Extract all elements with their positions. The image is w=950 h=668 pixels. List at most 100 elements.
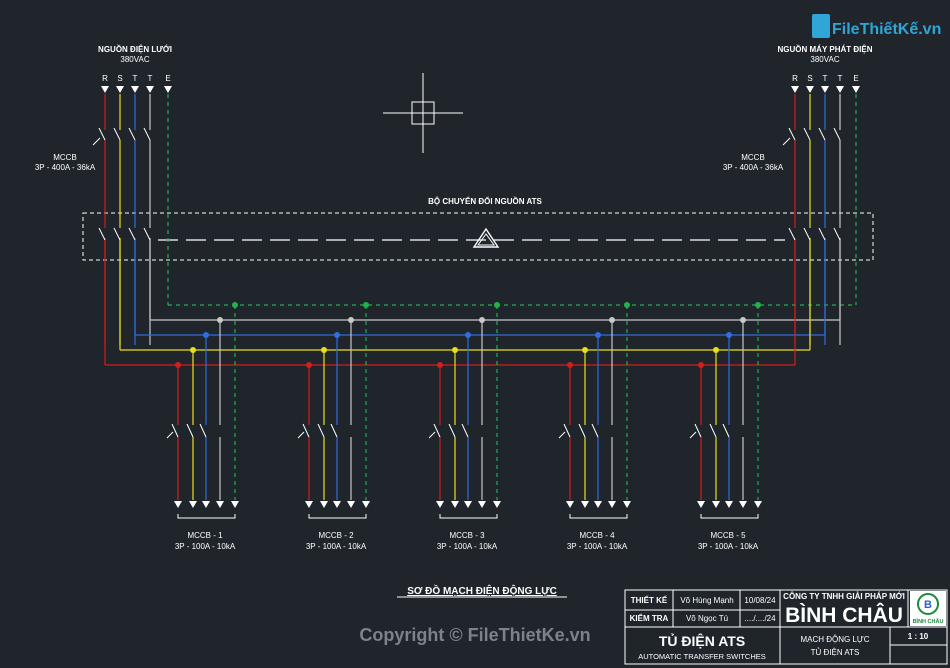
- phase-label-e: E: [165, 74, 170, 83]
- mccb-2-name: MCCB - 2: [318, 531, 354, 540]
- outgoing-arrow: [697, 501, 705, 508]
- phase-label-t2: T: [148, 74, 153, 83]
- right-ats-contact-blade: [788, 227, 796, 241]
- outgoing-arrow: [362, 501, 370, 508]
- company-name: BÌNH CHÂU: [785, 603, 903, 627]
- outgoing-blade: [448, 423, 456, 438]
- phase-label-s: S: [807, 74, 812, 83]
- outgoing-arrow: [566, 501, 574, 508]
- outgoing-blade: [302, 423, 310, 438]
- mccb-5-name: MCCB - 5: [710, 531, 746, 540]
- phase-label-t: T: [823, 74, 828, 83]
- outgoing-blade: [722, 423, 730, 438]
- incoming-arrow: [852, 86, 860, 93]
- mccb-1-spec: 3P - 100A - 10kA: [175, 542, 236, 551]
- outgoing-arrow: [231, 501, 239, 508]
- left-source-voltage: 380VAC: [120, 55, 149, 64]
- left-breaker-name: MCCB: [53, 153, 77, 162]
- outgoing-arrow: [320, 501, 328, 508]
- right-mccb-blade: [818, 127, 826, 141]
- company-logo: B BÌNH CHÂU: [910, 591, 946, 626]
- breaker-trip-icon: [166, 431, 174, 439]
- incoming-arrow: [101, 86, 109, 93]
- outgoing-arrow: [725, 501, 733, 508]
- left-ats-contact-blade: [113, 227, 121, 241]
- mccb-1-name: MCCB - 1: [187, 531, 223, 540]
- incoming-arrow: [164, 86, 172, 93]
- mccb-3-name: MCCB - 3: [449, 531, 485, 540]
- outgoing-blade: [433, 423, 441, 438]
- mccb-2-spec: 3P - 100A - 10kA: [306, 542, 367, 551]
- ats-label: BỘ CHUYỂN ĐỔI NGUỒN ATS: [428, 196, 542, 206]
- drawing-line-2: TỦ ĐIỆN ATS: [811, 648, 860, 657]
- outgoing-blade: [186, 423, 194, 438]
- outgoing-arrow: [347, 501, 355, 508]
- outgoing-arrow: [464, 501, 472, 508]
- checker-name: Võ Ngọc Tú: [686, 614, 728, 623]
- outgoing-arrow: [754, 501, 762, 508]
- outgoing-bracket: [700, 514, 759, 519]
- outgoing-bracket: [569, 514, 628, 519]
- left-ats-contact-blade: [98, 227, 106, 241]
- crosshair-symbol: [383, 73, 463, 153]
- breaker-trip-icon: [92, 137, 101, 146]
- breaker-trip-icon: [558, 431, 566, 439]
- outgoing-blade: [591, 423, 599, 438]
- outgoing-bracket: [177, 514, 236, 519]
- right-mccb-blade: [803, 127, 811, 141]
- outgoing-bracket: [439, 514, 498, 519]
- watermark-logo: FileThiếtKế.vn: [812, 14, 941, 38]
- copyright-watermark: Copyright © FileThietKe.vn: [359, 625, 590, 645]
- mccb-4-spec: 3P - 100A - 10kA: [567, 542, 628, 551]
- mccb-5-spec: 3P - 100A - 10kA: [698, 542, 759, 551]
- drawing-line-1: MẠCH ĐỘNG LỰC: [800, 635, 869, 644]
- left-breaker-spec: 3P - 400A - 36kA: [35, 163, 96, 172]
- right-ats-contact-blade: [818, 227, 826, 241]
- ats-triangle-icon: [472, 227, 500, 248]
- wiring: [92, 86, 860, 519]
- left-mccb-blade: [143, 127, 151, 141]
- left-source-title: NGUỒN ĐIỆN LƯỚI: [98, 44, 172, 54]
- outgoing-blade: [694, 423, 702, 438]
- outgoing-arrow: [189, 501, 197, 508]
- breaker-trip-icon: [428, 431, 436, 439]
- designer-name: Võ Hùng Mạnh: [680, 596, 733, 605]
- incoming-arrow: [131, 86, 139, 93]
- left-ats-contact-blade: [128, 227, 136, 241]
- watermark-logo-text: FileThiếtKế.vn: [832, 21, 941, 38]
- left-ats-contact-blade: [143, 227, 151, 241]
- right-phase-labels: R S T T E: [792, 74, 859, 83]
- right-ats-contact-blade: [833, 227, 841, 241]
- outgoing-blade: [578, 423, 586, 438]
- incoming-arrow: [821, 86, 829, 93]
- outgoing-blade: [330, 423, 338, 438]
- company-line: CÔNG TY TNHH GIẢI PHÁP MỚI: [783, 592, 905, 601]
- incoming-arrow: [806, 86, 814, 93]
- outgoing-arrow: [581, 501, 589, 508]
- outgoing-blade: [171, 423, 179, 438]
- checker-label: KIỂM TRA: [630, 614, 669, 623]
- incoming-arrow: [116, 86, 124, 93]
- outgoing-blade: [709, 423, 717, 438]
- outgoing-arrow: [202, 501, 210, 508]
- outgoing-arrow: [739, 501, 747, 508]
- left-mccb-blade: [113, 127, 121, 141]
- checker-date: ..../..../24: [744, 614, 776, 623]
- phase-label-r: R: [792, 74, 798, 83]
- right-mccb-blade: [833, 127, 841, 141]
- project-subtitle: AUTOMATIC TRANSFER SWITCHES: [638, 652, 766, 661]
- outgoing-arrow: [436, 501, 444, 508]
- breaker-trip-icon: [782, 137, 791, 146]
- left-mccb-blade: [128, 127, 136, 141]
- outgoing-labels: MCCB - 1 3P - 100A - 10kA MCCB - 2 3P - …: [175, 531, 759, 551]
- outgoing-arrow: [305, 501, 313, 508]
- phase-label-s: S: [117, 74, 122, 83]
- outgoing-blade: [563, 423, 571, 438]
- outgoing-arrow: [712, 501, 720, 508]
- incoming-arrow: [146, 86, 154, 93]
- outgoing-blade: [199, 423, 207, 438]
- outgoing-arrow: [493, 501, 501, 508]
- logo-caption: BÌNH CHÂU: [913, 617, 944, 625]
- outgoing-arrow: [216, 501, 224, 508]
- outgoing-arrow: [594, 501, 602, 508]
